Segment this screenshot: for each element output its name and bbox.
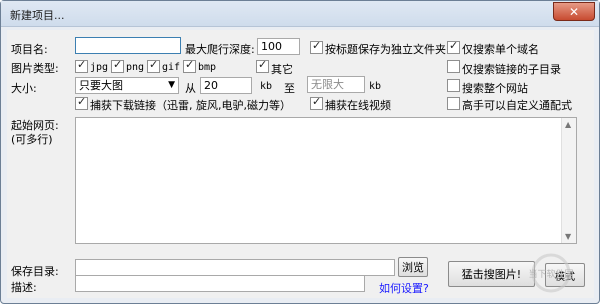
description-label: 描述: bbox=[11, 281, 37, 294]
save-dir-label: 保存目录: bbox=[11, 265, 59, 278]
custom-wildcard-label: 高手可以自定义通配式 bbox=[462, 99, 572, 112]
capture-video-checkbox[interactable] bbox=[310, 95, 323, 110]
project-name-input[interactable] bbox=[75, 37, 181, 54]
gif-label: gif bbox=[162, 62, 181, 73]
max-depth-input[interactable]: 100 bbox=[257, 38, 300, 55]
capture-video-label: 捕获在线视频 bbox=[325, 99, 391, 112]
size-unit-to: kb bbox=[369, 81, 382, 92]
size-select[interactable]: 只要大图 ▼ bbox=[75, 77, 179, 94]
png-label: png bbox=[126, 62, 145, 73]
size-to-input[interactable]: 无限大 bbox=[307, 76, 365, 93]
description-input[interactable] bbox=[75, 275, 365, 292]
start-url-textarea[interactable]: ▲ ▼ bbox=[75, 117, 577, 244]
search-site-label: 搜索整个网站 bbox=[462, 82, 528, 95]
capture-download-label: 捕获下载链接（迅雷, 旋风,电驴,磁力等） bbox=[90, 99, 291, 112]
jpg-checkbox[interactable] bbox=[75, 58, 88, 73]
scroll-up-icon[interactable]: ▲ bbox=[565, 120, 571, 129]
image-type-label: 图片类型: bbox=[11, 62, 59, 75]
size-select-value: 只要大图 bbox=[79, 79, 123, 92]
search-site-checkbox[interactable] bbox=[447, 79, 460, 92]
save-by-title-label: 按标题保存为独立文件夹 bbox=[325, 43, 446, 56]
bmp-checkbox[interactable] bbox=[183, 58, 196, 73]
help-link[interactable]: 如何设置? bbox=[379, 280, 429, 296]
capture-download-checkbox[interactable] bbox=[75, 95, 88, 110]
textarea-scrollbar[interactable]: ▲ ▼ bbox=[561, 118, 576, 243]
watermark-logo: 当下软件园 bbox=[528, 253, 574, 293]
png-checkbox[interactable] bbox=[111, 58, 124, 73]
bmp-label: bmp bbox=[198, 62, 217, 73]
custom-wildcard-checkbox[interactable] bbox=[447, 97, 460, 110]
single-domain-label: 仅搜索单个域名 bbox=[462, 43, 539, 56]
single-domain-checkbox[interactable] bbox=[447, 39, 460, 54]
window-title: 新建项目... bbox=[10, 9, 65, 22]
title-bar: 新建项目... ✕ bbox=[1, 1, 599, 27]
jpg-label: jpg bbox=[90, 62, 109, 73]
save-by-title-checkbox[interactable] bbox=[310, 39, 323, 54]
max-depth-label: 最大爬行深度: bbox=[185, 43, 255, 56]
size-to-label: 至 bbox=[284, 82, 295, 95]
watermark-text: 当下软件园 bbox=[528, 268, 573, 280]
dialog-window: 新建项目... ✕ 项目名: 最大爬行深度: 100 按标题保存为独立文件夹 仅… bbox=[0, 0, 600, 304]
size-from-input[interactable]: 20 bbox=[200, 77, 252, 94]
browse-button[interactable]: 浏览 bbox=[398, 257, 428, 277]
child-dir-label: 仅搜索链接的子目录 bbox=[462, 63, 561, 76]
save-dir-input[interactable] bbox=[75, 259, 395, 276]
close-button[interactable]: ✕ bbox=[553, 2, 595, 21]
chevron-down-icon: ▼ bbox=[168, 80, 175, 90]
project-name-label: 项目名: bbox=[11, 43, 48, 56]
other-type-checkbox[interactable] bbox=[256, 58, 269, 73]
other-type-label: 其它 bbox=[271, 63, 293, 76]
scroll-down-icon[interactable]: ▼ bbox=[565, 232, 571, 241]
child-dir-checkbox[interactable] bbox=[447, 60, 460, 73]
size-from-label: 从 bbox=[185, 82, 196, 95]
gif-checkbox[interactable] bbox=[147, 58, 160, 73]
size-label: 大小: bbox=[11, 82, 37, 95]
dialog-client: 项目名: 最大爬行深度: 100 按标题保存为独立文件夹 仅搜索单个域名 图片类… bbox=[7, 30, 594, 298]
start-url-hint: (可多行) bbox=[11, 133, 53, 146]
size-unit-from: kb bbox=[260, 81, 273, 92]
